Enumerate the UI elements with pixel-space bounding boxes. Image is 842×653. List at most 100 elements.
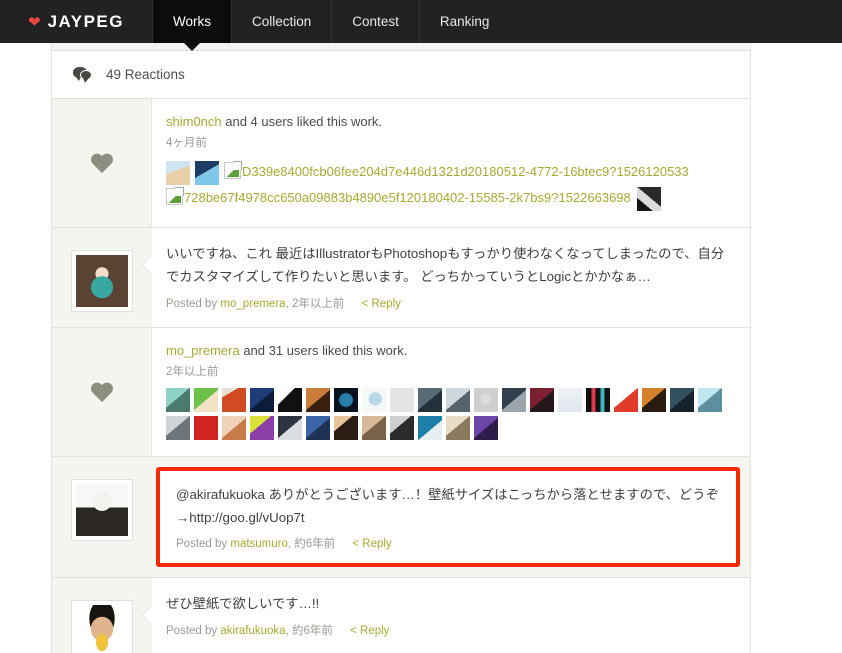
reply-link[interactable]: < Reply (362, 298, 401, 310)
like-gutter (52, 99, 152, 228)
list-item[interactable] (306, 415, 330, 440)
heart-logo-icon: ❤ (28, 13, 41, 31)
comment-body: ぜひ壁紙で欲しいです…!! Posted by akirafukuoka, 約6… (142, 578, 750, 653)
face-avatar (76, 605, 128, 653)
list-item[interactable] (362, 387, 386, 412)
panel-top-edge (52, 43, 750, 51)
liker-avatar-thumb[interactable] (195, 160, 219, 185)
list-item[interactable] (194, 387, 218, 412)
list-item[interactable] (250, 387, 274, 412)
avatar[interactable] (71, 250, 133, 313)
comment-author-link[interactable]: mo_premera (220, 298, 285, 310)
nav-tab-contest-label: Contest (352, 14, 399, 29)
list-item[interactable] (278, 387, 302, 412)
list-item[interactable] (474, 387, 498, 412)
nav-tab-works[interactable]: Works (152, 0, 232, 51)
skull-avatar (76, 483, 128, 536)
comment-timestamp: , 2年以上前 (285, 297, 345, 310)
list-item[interactable] (166, 415, 190, 440)
top-navigation-bar: ❤ JAYPEG Works Collection Contest Rankin… (0, 0, 842, 51)
heart-icon (90, 383, 114, 405)
speech-caret (143, 256, 152, 275)
like-title: shim0nch and 4 users liked this work. (166, 113, 734, 131)
list-item[interactable] (642, 387, 666, 412)
speech-caret (143, 606, 152, 625)
avatar[interactable] (71, 600, 133, 653)
list-item[interactable] (390, 387, 414, 412)
posted-by-label: Posted by (176, 538, 228, 551)
posted-by-label: Posted by (166, 624, 218, 637)
comment-avatar-gutter (52, 228, 152, 327)
list-item[interactable] (306, 387, 330, 412)
list-item[interactable] (362, 415, 386, 440)
broken-image-alt-1: D339e8400fcb06fee204d7e446d1321d20180512… (242, 164, 689, 180)
list-item[interactable] (558, 387, 582, 412)
like-gutter (52, 327, 152, 456)
reaction-row-like-shim0nch: shim0nch and 4 users liked this work. 4ヶ… (52, 99, 750, 229)
comment-meta: Posted by mo_premera, 2年以上前 < Reply (166, 295, 734, 311)
brand-logo[interactable]: ❤ JAYPEG (0, 0, 152, 43)
like-timestamp: 2年以上前 (166, 365, 219, 378)
nav-tab-collection[interactable]: Collection (231, 0, 331, 43)
nav-tab-collection-label: Collection (252, 14, 312, 29)
comment-bubbles-icon (73, 67, 92, 83)
list-item[interactable] (194, 415, 218, 440)
reply-link[interactable]: < Reply (350, 625, 389, 637)
reaction-row-comment-matsumuro: @akirafukuoka ありがとうございます…！壁紙サイズはこっちから落とせ… (52, 456, 750, 579)
list-item[interactable] (446, 415, 470, 440)
broken-image-icon (224, 162, 241, 180)
nav-tab-ranking-label: Ranking (439, 14, 490, 29)
reply-link[interactable]: < Reply (352, 538, 391, 550)
like-timestamp: 4ヶ月前 (166, 137, 207, 150)
brand-name: JAYPEG (47, 11, 124, 31)
comment-body: いいですね、これ 最近はIllustratorもPhotoshopもすっかり使わ… (142, 228, 750, 327)
list-item[interactable] (222, 387, 246, 412)
page-body: 49 Reactions shim0nch and 4 users liked … (0, 43, 842, 653)
nav-tabs: Works Collection Contest Ranking (152, 0, 510, 51)
comment-meta: Posted by akirafukuoka, 約6年前 < Reply (166, 622, 734, 638)
list-item[interactable] (278, 415, 302, 440)
list-item[interactable] (670, 387, 694, 412)
liker-username-link[interactable]: shim0nch (166, 114, 222, 129)
nav-tab-contest[interactable]: Contest (331, 0, 419, 43)
list-item[interactable] (698, 387, 722, 412)
list-item[interactable] (418, 387, 442, 412)
liker-username-link[interactable]: mo_premera (166, 343, 240, 358)
list-item[interactable] (334, 387, 358, 412)
heart-icon (90, 154, 114, 176)
liker-avatar-thumb[interactable] (636, 186, 661, 211)
list-item[interactable] (530, 387, 554, 412)
liker-avatar-thumb[interactable] (166, 160, 190, 185)
list-item[interactable] (474, 415, 498, 440)
comment-author-link[interactable]: matsumuro (230, 538, 288, 550)
list-item[interactable] (166, 387, 190, 412)
highlighted-comment-body: @akirafukuoka ありがとうございます…！壁紙サイズはこっちから落とせ… (156, 466, 740, 568)
list-item[interactable] (390, 415, 414, 440)
like-title: mo_premera and 31 users liked this work. (166, 342, 734, 360)
like-body: mo_premera and 31 users liked this work.… (152, 327, 750, 456)
comment-avatar-gutter (52, 578, 152, 653)
list-item[interactable] (446, 387, 470, 412)
list-item[interactable] (250, 415, 274, 440)
reactions-count-label: 49 Reactions (106, 67, 185, 82)
list-item[interactable] (334, 415, 358, 440)
comment-timestamp: , 約6年前 (285, 624, 333, 637)
avatar[interactable] (71, 478, 133, 541)
list-item[interactable] (222, 415, 246, 440)
reactions-panel: 49 Reactions shim0nch and 4 users liked … (51, 43, 751, 653)
comment-text: ぜひ壁紙で欲しいです…!! (166, 596, 320, 612)
list-item[interactable] (614, 387, 638, 412)
list-item[interactable] (418, 415, 442, 440)
list-item[interactable] (502, 387, 526, 412)
like-title-rest: and 4 users liked this work. (221, 114, 383, 129)
posted-by-label: Posted by (166, 297, 218, 310)
reactions-header: 49 Reactions (52, 51, 750, 99)
like-title-rest: and 31 users liked this work. (239, 342, 408, 358)
reaction-row-comment-akirafukuoka: ぜひ壁紙で欲しいです…!! Posted by akirafukuoka, 約6… (52, 578, 750, 653)
comment-text: @akirafukuoka ありがとうございます…！壁紙サイズはこっちから落とせ… (176, 486, 719, 526)
musician-avatar (76, 255, 128, 308)
list-item[interactable] (586, 387, 610, 412)
comment-text: いいですね、これ 最近はIllustratorもPhotoshopもすっかり使わ… (166, 246, 725, 285)
comment-author-link[interactable]: akirafukuoka (220, 625, 285, 637)
nav-tab-ranking[interactable]: Ranking (418, 0, 510, 43)
